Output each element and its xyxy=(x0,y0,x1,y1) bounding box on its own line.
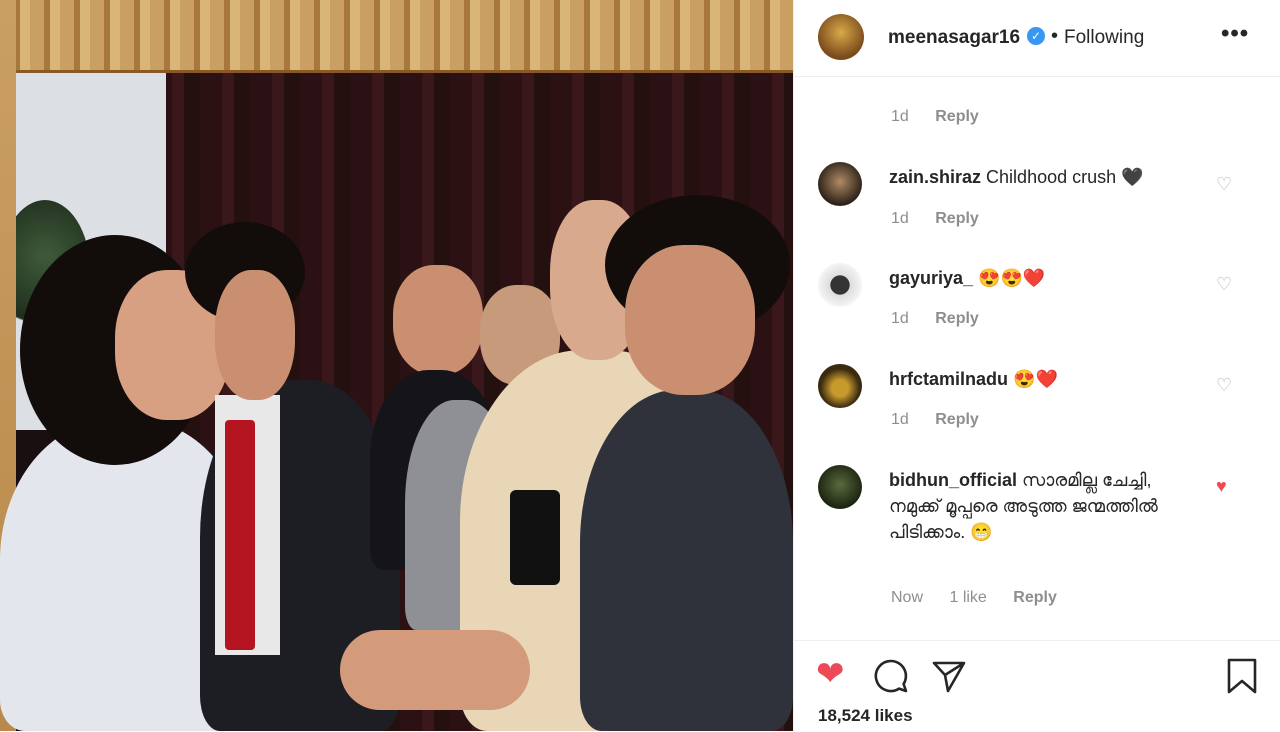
comment-like-heart-icon[interactable]: ♡ xyxy=(1216,174,1232,195)
post-photo[interactable] xyxy=(0,0,793,731)
commenter-username[interactable]: hrfctamilnadu xyxy=(889,369,1008,389)
comment-time: 1d xyxy=(891,310,909,327)
commenter-username[interactable]: zain.shiraz xyxy=(889,167,981,187)
verified-badge-icon: ✓ xyxy=(1027,27,1045,45)
comment-like-heart-icon[interactable]: ♡ xyxy=(1216,375,1232,396)
more-options-icon[interactable]: ••• xyxy=(1221,20,1249,48)
photo-handshake xyxy=(340,630,530,710)
likes-count[interactable]: 18,524 likes xyxy=(818,706,913,726)
comment-liked-heart-icon[interactable]: ♥ xyxy=(1216,476,1227,497)
separator-dot: • xyxy=(1051,25,1059,47)
photo-face-young-man xyxy=(625,245,755,395)
reply-button[interactable]: Reply xyxy=(935,108,979,125)
photo-person-young-man xyxy=(580,390,793,731)
comment-meta: Now 1 like Reply xyxy=(891,589,1079,607)
commenter-avatar[interactable] xyxy=(818,364,862,408)
photo-frame-border-top xyxy=(0,0,793,73)
poster-avatar[interactable] xyxy=(818,14,864,60)
comment-text: 😍😍❤️ xyxy=(978,268,1046,288)
comment-likes-count[interactable]: 1 like xyxy=(949,589,986,606)
comment-body: hrfctamilnadu 😍❤️ xyxy=(889,366,1159,392)
commenter-avatar[interactable] xyxy=(818,162,862,206)
comment-meta: 1d Reply xyxy=(891,210,1001,228)
comment-time: 1d xyxy=(891,411,909,428)
comment-meta: 1d Reply xyxy=(891,411,1001,429)
comment-meta: 1d Reply xyxy=(891,310,1001,328)
comment-time: 1d xyxy=(891,108,909,125)
like-heart-icon[interactable]: ❤ xyxy=(816,657,845,691)
commenter-avatar[interactable] xyxy=(818,465,862,509)
reply-button[interactable]: Reply xyxy=(935,210,979,227)
comment-text: Childhood crush 🖤 xyxy=(986,167,1144,187)
photo-face-background-man-1 xyxy=(393,265,483,375)
comment-body: gayuriya_ 😍😍❤️ xyxy=(889,265,1159,291)
commenter-username[interactable]: bidhun_official xyxy=(889,470,1017,490)
poster-username[interactable]: meenasagar16 xyxy=(888,27,1020,49)
photo-walkie-talkie xyxy=(510,490,560,585)
following-button[interactable]: Following xyxy=(1064,27,1144,49)
save-bookmark-icon[interactable] xyxy=(1224,657,1260,695)
reply-button[interactable]: Reply xyxy=(935,310,979,327)
comment-meta: 1d Reply xyxy=(891,108,1001,126)
comment-body: bidhun_official സാരമില്ല ചേച്ചി, നമുക്ക്… xyxy=(889,467,1159,545)
comment-text: 😍❤️ xyxy=(1013,369,1058,389)
post-header: meenasagar16 ✓ • Following ••• xyxy=(794,0,1280,77)
comment-time: Now xyxy=(891,589,924,606)
reply-button[interactable]: Reply xyxy=(1013,589,1057,606)
commenter-avatar[interactable] xyxy=(818,263,862,307)
comment-body: zain.shiraz Childhood crush 🖤 xyxy=(889,164,1159,190)
comment-time: 1d xyxy=(891,210,909,227)
share-icon[interactable] xyxy=(930,657,968,695)
photo-face-man xyxy=(215,270,295,400)
comment-like-heart-icon[interactable]: ♡ xyxy=(1216,274,1232,295)
commenter-username[interactable]: gayuriya_ xyxy=(889,268,973,288)
post-side-panel: meenasagar16 ✓ • Following ••• 1d Reply … xyxy=(793,0,1280,731)
comment-icon[interactable] xyxy=(872,657,910,695)
photo-red-tie xyxy=(225,420,255,650)
reply-button[interactable]: Reply xyxy=(935,411,979,428)
